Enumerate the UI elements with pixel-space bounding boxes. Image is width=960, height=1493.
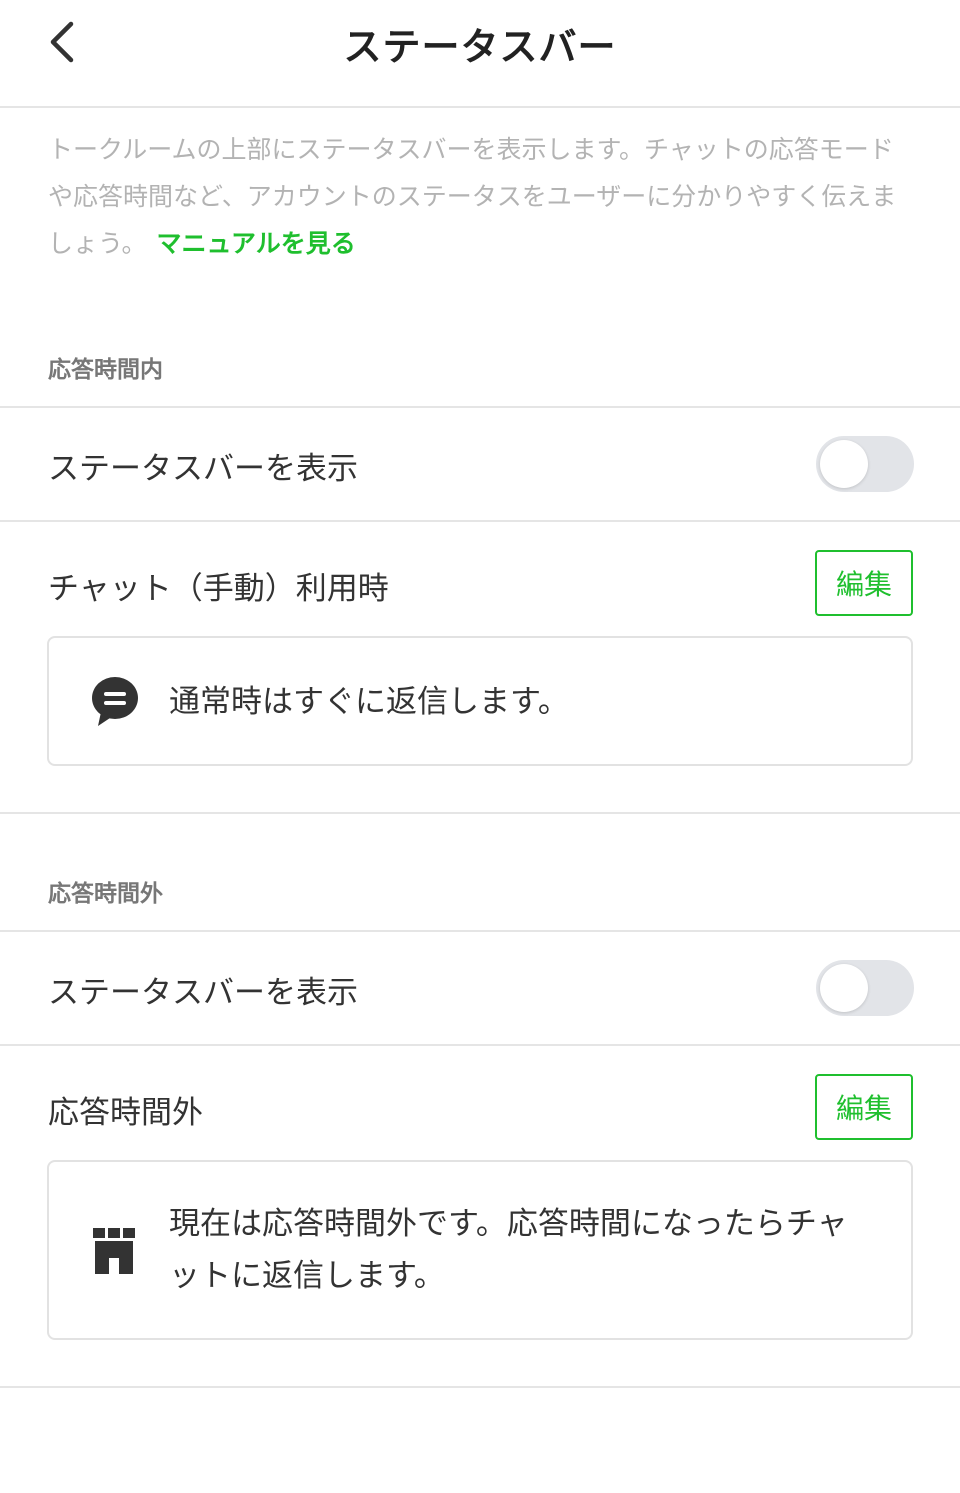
- status-message-in-hours: 通常時はすぐに返信します。: [169, 684, 569, 720]
- status-message-out-of-hours: 現在は応答時間外です。応答時間になったらチャットに返信します。: [169, 1206, 848, 1294]
- edit-button-in-hours[interactable]: 編集: [815, 550, 913, 616]
- toggle-knob: [820, 964, 868, 1012]
- divider: [0, 520, 960, 522]
- chat-bubble-icon: [92, 677, 138, 726]
- message-label-out-of-hours: 応答時間外: [48, 1095, 203, 1131]
- header: ステータスバー: [0, 0, 960, 108]
- shop-closed-icon: [93, 1228, 135, 1274]
- divider: [0, 930, 960, 932]
- divider: [0, 812, 960, 814]
- section-label-in-hours: 応答時間内: [48, 357, 163, 383]
- page-title: ステータスバー: [343, 25, 617, 69]
- status-message-box-out-of-hours: 現在は応答時間外です。応答時間になったらチャットに返信します。: [47, 1160, 913, 1340]
- divider: [0, 1044, 960, 1046]
- toggle-label-in-hours: ステータスバーを表示: [48, 451, 358, 487]
- status-bar-toggle-out-of-hours[interactable]: [816, 960, 914, 1016]
- manual-link[interactable]: マニュアルを見る: [157, 229, 356, 258]
- toggle-knob: [820, 440, 868, 488]
- message-label-in-hours: チャット（手動）利用時: [48, 571, 389, 607]
- status-bar-toggle-in-hours[interactable]: [816, 436, 914, 492]
- toggle-label-out-of-hours: ステータスバーを表示: [48, 975, 358, 1011]
- edit-button-out-of-hours[interactable]: 編集: [815, 1074, 913, 1140]
- status-message-box-in-hours: 通常時はすぐに返信します。: [47, 636, 913, 766]
- divider: [0, 1386, 960, 1388]
- divider: [0, 406, 960, 408]
- description: トークルームの上部にステータスバーを表示します。チャットの応答モードや応答時間な…: [48, 126, 918, 267]
- section-label-out-of-hours: 応答時間外: [48, 881, 163, 907]
